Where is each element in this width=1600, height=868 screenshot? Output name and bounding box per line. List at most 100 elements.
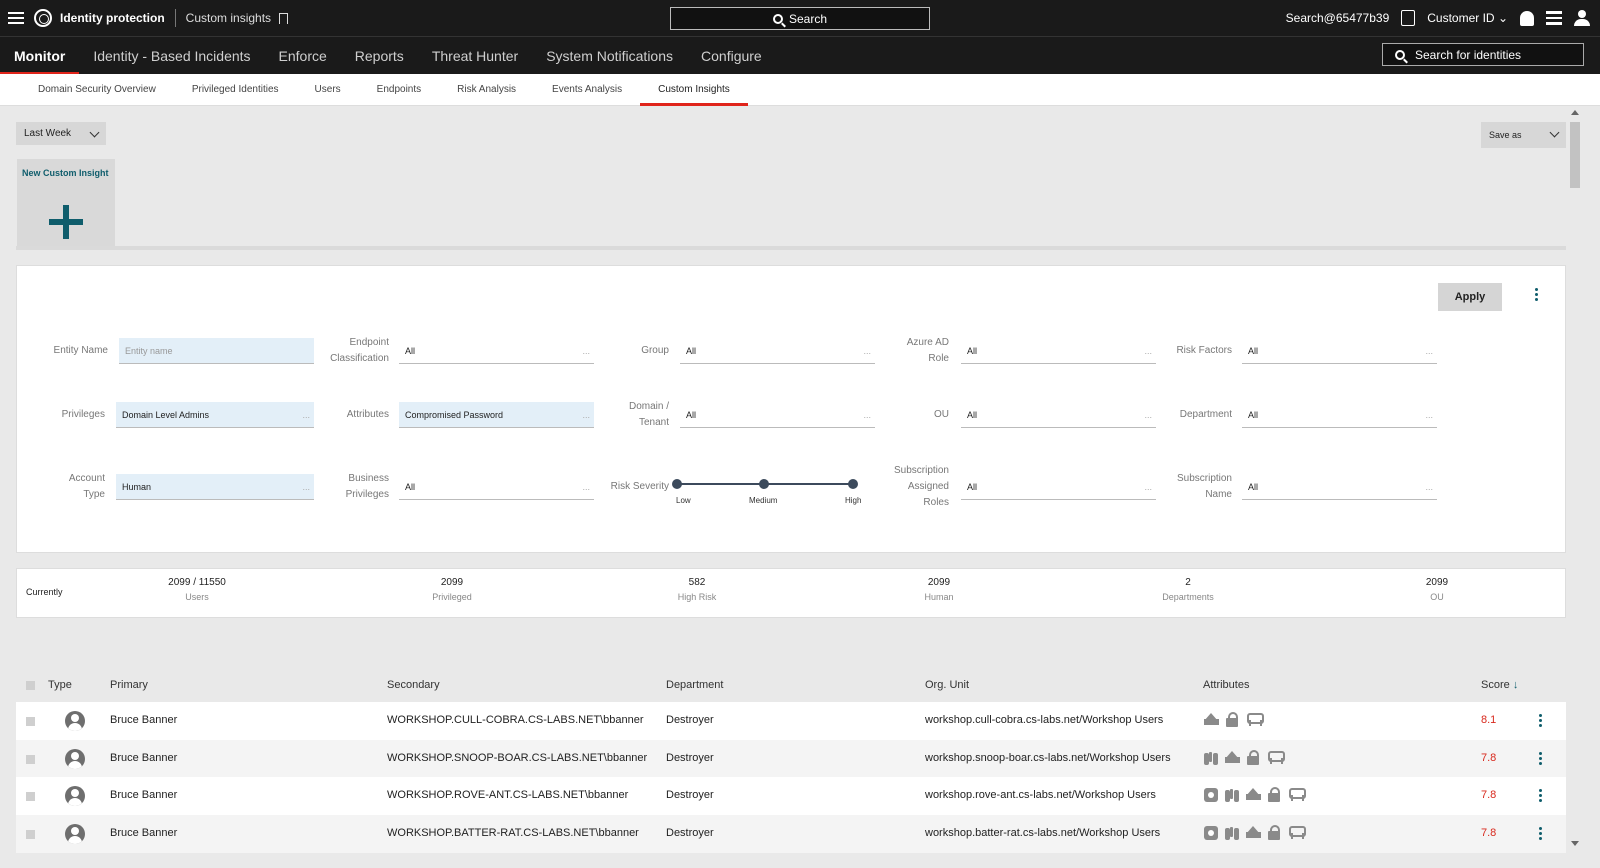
risk-factors-select[interactable]: All...	[1242, 338, 1437, 364]
risk-severity-slider[interactable]: Low Medium High	[671, 478, 861, 518]
new-custom-insight-card[interactable]: New Custom Insight	[17, 159, 115, 248]
stat-high-risk[interactable]: 582 High Risk	[637, 577, 757, 602]
stat-human[interactable]: 2099 Human	[879, 577, 999, 602]
bookmark-icon[interactable]	[279, 12, 289, 24]
endpoint-classification-select[interactable]: All...	[399, 338, 594, 364]
slider-handle-high[interactable]	[848, 479, 858, 489]
stat-users[interactable]: 2099 / 11550 Users	[137, 577, 257, 602]
breadcrumb[interactable]: Custom insights	[186, 11, 271, 25]
table-row[interactable]: Bruce Banner WORKSHOP.BATTER-RAT.CS-LABS…	[16, 815, 1566, 853]
nav-configure[interactable]: Configure	[687, 37, 776, 75]
column-org-unit[interactable]: Org. Unit	[925, 679, 969, 691]
column-attributes[interactable]: Attributes	[1203, 679, 1249, 691]
scroll-down-icon[interactable]	[1571, 841, 1579, 846]
divider	[16, 246, 1566, 250]
azure-ad-role-select[interactable]: All...	[961, 338, 1156, 364]
row-checkbox[interactable]	[26, 830, 35, 839]
ou-select[interactable]: All...	[961, 402, 1156, 428]
row-checkbox[interactable]	[26, 755, 35, 764]
nav-identity-based-incidents[interactable]: Identity - Based Incidents	[79, 37, 264, 75]
label-line: Privileges	[345, 489, 389, 500]
account-name[interactable]: Search@65477b39	[1286, 11, 1390, 25]
cell-primary[interactable]: Bruce Banner	[110, 714, 177, 726]
tab-endpoints[interactable]: Endpoints	[359, 74, 439, 106]
cell-primary[interactable]: Bruce Banner	[110, 789, 177, 801]
nav-system-notifications[interactable]: System Notifications	[532, 37, 687, 75]
user-icon[interactable]	[1574, 10, 1590, 26]
account-type-select[interactable]: Human...	[116, 474, 314, 500]
column-type[interactable]: Type	[48, 679, 72, 691]
table-row[interactable]: Bruce Banner WORKSHOP.ROVE-ANT.CS-LABS.N…	[16, 777, 1566, 815]
crown-icon	[1245, 825, 1262, 840]
more-icon: ...	[1425, 410, 1433, 420]
tab-privileged-identities[interactable]: Privileged Identities	[174, 74, 297, 106]
nav-monitor[interactable]: Monitor	[0, 37, 80, 75]
apply-button[interactable]: Apply	[1438, 283, 1502, 311]
column-department[interactable]: Department	[666, 679, 723, 691]
department-select[interactable]: All...	[1242, 402, 1437, 428]
column-score[interactable]: Score ↓	[1481, 679, 1518, 691]
global-search-button[interactable]: Search	[670, 7, 930, 30]
cell-attributes	[1203, 787, 1306, 802]
table-row[interactable]: Bruce Banner WORKSHOP.CULL-COBRA.CS-LABS…	[16, 702, 1566, 740]
scrollbar[interactable]	[1568, 106, 1582, 850]
stat-label: High Risk	[677, 592, 717, 602]
subscription-roles-select[interactable]: All...	[961, 474, 1156, 500]
messages-icon[interactable]	[1546, 11, 1562, 25]
tab-risk-analysis[interactable]: Risk Analysis	[439, 74, 534, 106]
table-row[interactable]: Bruce Banner WORKSHOP.SNOOP-BOAR.CS-LABS…	[16, 740, 1566, 778]
field-value: All	[405, 482, 416, 492]
privileges-select[interactable]: Domain Level Admins...	[116, 402, 314, 428]
slider-handle-medium[interactable]	[759, 479, 769, 489]
customer-id-dropdown[interactable]: Customer ID ⌄	[1427, 11, 1508, 25]
tab-users[interactable]: Users	[297, 74, 359, 106]
entity-name-input[interactable]: Entity name	[119, 338, 314, 364]
select-all-checkbox[interactable]	[26, 681, 35, 690]
subscription-name-select[interactable]: All...	[1242, 474, 1437, 500]
scroll-up-icon[interactable]	[1571, 110, 1579, 115]
save-as-dropdown[interactable]: Save as	[1481, 122, 1566, 148]
period-dropdown[interactable]: Last Week	[16, 122, 106, 145]
identity-search-input[interactable]: Search for identities	[1382, 43, 1584, 66]
slider-handle-low[interactable]	[672, 479, 682, 489]
bell-icon[interactable]	[1520, 10, 1534, 26]
field-value: Human	[122, 482, 152, 492]
customer-id-label: Customer ID	[1427, 11, 1495, 25]
cell-primary[interactable]: Bruce Banner	[110, 752, 177, 764]
save-as-label: Save as	[1489, 130, 1522, 140]
stat-departments[interactable]: 2 Departments	[1128, 577, 1248, 602]
nav-threat-hunter[interactable]: Threat Hunter	[418, 37, 532, 75]
row-more-icon[interactable]	[1539, 789, 1543, 803]
tab-events-analysis[interactable]: Events Analysis	[534, 74, 640, 106]
row-checkbox[interactable]	[26, 792, 35, 801]
scrollbar-thumb[interactable]	[1570, 122, 1580, 188]
nav-enforce[interactable]: Enforce	[265, 37, 341, 75]
tab-custom-insights[interactable]: Custom Insights	[640, 74, 748, 106]
endpoint-classification-label: Endpoint Classification	[307, 335, 389, 367]
cell-secondary: WORKSHOP.CULL-COBRA.CS-LABS.NET\bbanner	[387, 714, 644, 726]
search-icon	[772, 13, 783, 24]
row-checkbox[interactable]	[26, 717, 35, 726]
domain-tenant-select[interactable]: All...	[680, 402, 875, 428]
business-privileges-select[interactable]: All...	[399, 474, 594, 500]
stat-value: 2	[1185, 577, 1191, 588]
label-line: Assigned	[907, 481, 949, 492]
tenant-icon[interactable]	[1401, 10, 1416, 26]
row-more-icon[interactable]	[1539, 752, 1543, 766]
tab-domain-security-overview[interactable]: Domain Security Overview	[20, 74, 174, 106]
identity-search-placeholder: Search for identities	[1415, 47, 1522, 62]
stat-ou[interactable]: 2099 OU	[1377, 577, 1497, 602]
cell-attributes	[1203, 750, 1285, 765]
column-primary[interactable]: Primary	[110, 679, 148, 691]
row-more-icon[interactable]	[1539, 827, 1543, 841]
more-options-icon[interactable]	[1535, 288, 1539, 302]
column-secondary[interactable]: Secondary	[387, 679, 440, 691]
row-more-icon[interactable]	[1539, 714, 1543, 728]
attributes-select[interactable]: Compromised Password...	[399, 402, 594, 428]
attributes-label: Attributes	[346, 409, 389, 420]
stat-privileged[interactable]: 2099 Privileged	[392, 577, 512, 602]
menu-icon[interactable]	[8, 12, 24, 24]
cell-primary[interactable]: Bruce Banner	[110, 827, 177, 839]
group-select[interactable]: All...	[680, 338, 875, 364]
nav-reports[interactable]: Reports	[341, 37, 418, 75]
